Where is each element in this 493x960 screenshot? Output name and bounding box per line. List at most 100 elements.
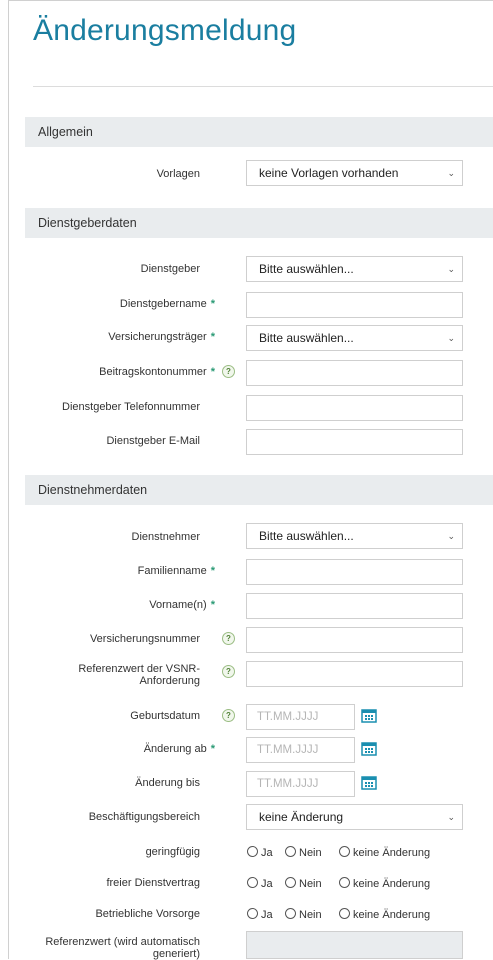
referenzwert-auto-line1: Referenzwert (wird automatisch — [45, 936, 200, 948]
radio-nein-label: Nein — [299, 909, 322, 921]
referenzwert-vsnr-line2: Anforderung — [139, 675, 200, 687]
aenderung-ab-input[interactable]: TT.MM.JJJJ — [246, 737, 355, 763]
dienstgeber-value: Bitte auswählen... — [259, 262, 354, 276]
help-icon[interactable]: ? — [222, 709, 235, 722]
radio-ja-label: Ja — [261, 878, 273, 890]
vorlagen-label: Vorlagen — [156, 168, 200, 180]
section-dienstgeberdaten: Dienstgeberdaten — [25, 208, 493, 238]
radio-nein[interactable]: Nein — [285, 877, 322, 890]
radio-keine-label: keine Änderung — [353, 878, 431, 890]
dienstgeber-telefon-input[interactable] — [246, 395, 463, 421]
required-marker: * — [210, 565, 215, 577]
title-divider — [33, 86, 493, 87]
radio-nein[interactable]: Nein — [285, 908, 322, 921]
required-marker: * — [210, 366, 215, 378]
radio-circle[interactable] — [339, 908, 350, 919]
familienname-text: Familienname — [137, 565, 207, 577]
vorname-input[interactable] — [246, 593, 463, 619]
referenzwert-auto-label: Referenzwert (wird automatisch generiert… — [30, 936, 200, 960]
radio-keine-label: keine Änderung — [353, 909, 431, 921]
vorname-text: Vorname(n) — [149, 599, 207, 611]
freier-dienstvertrag-label: freier Dienstvertrag — [106, 877, 200, 889]
radio-circle[interactable] — [247, 877, 258, 888]
beitragskontonummer-input[interactable] — [246, 360, 463, 386]
required-marker: * — [210, 743, 215, 755]
chevron-down-icon: ⌄ — [447, 333, 455, 343]
chevron-down-icon: ⌄ — [447, 168, 455, 178]
referenzwert-vsnr-line1: Referenzwert der VSNR- — [78, 663, 200, 675]
calendar-icon[interactable] — [361, 741, 377, 756]
calendar-icon[interactable] — [361, 775, 377, 790]
versicherungstraeger-label: Versicherungsträger * — [70, 331, 215, 343]
beschaeftigungsbereich-value: keine Änderung — [259, 810, 344, 824]
chevron-down-icon: ⌄ — [447, 264, 455, 274]
beschaeftigungsbereich-select[interactable]: keine Änderung ⌄ — [246, 804, 463, 830]
help-icon[interactable]: ? — [222, 632, 235, 645]
radio-circle[interactable] — [247, 908, 258, 919]
calendar-icon[interactable] — [361, 708, 377, 723]
beschaeftigungsbereich-label: Beschäftigungsbereich — [88, 811, 200, 823]
versicherungstraeger-select[interactable]: Bitte auswählen... ⌄ — [246, 325, 463, 351]
radio-ja[interactable]: Ja — [247, 908, 273, 921]
aenderung-bis-label: Änderung bis — [135, 777, 200, 789]
dienstgeber-telefon-label: Dienstgeber Telefonnummer — [62, 401, 200, 413]
beitragskontonummer-label: Beitragskontonummer * — [60, 366, 215, 378]
radio-keine-aenderung[interactable]: keine Änderung — [339, 846, 430, 859]
chevron-down-icon: ⌄ — [447, 812, 455, 822]
referenzwert-auto-input — [246, 931, 463, 959]
radio-nein-label: Nein — [299, 878, 322, 890]
window-left-border — [8, 0, 9, 959]
window-top-border — [8, 0, 493, 1]
dienstgebername-input[interactable] — [246, 292, 463, 318]
radio-keine-label: keine Änderung — [353, 847, 431, 859]
versicherungstraeger-text: Versicherungsträger — [108, 331, 207, 343]
aenderung-ab-text: Änderung ab — [143, 743, 207, 755]
vorlagen-value: keine Vorlagen vorhanden — [259, 166, 399, 180]
betriebliche-vorsorge-label: Betriebliche Vorsorge — [95, 908, 200, 920]
versicherungstraeger-value: Bitte auswählen... — [259, 331, 354, 345]
radio-ja-label: Ja — [261, 847, 273, 859]
section-allgemein: Allgemein — [25, 117, 493, 147]
radio-circle[interactable] — [247, 846, 258, 857]
radio-ja[interactable]: Ja — [247, 877, 273, 890]
referenzwert-vsnr-input[interactable] — [246, 661, 463, 687]
dienstnehmer-label: Dienstnehmer — [131, 531, 200, 543]
vorname-label: Vorname(n) * — [100, 599, 215, 611]
aenderung-bis-input[interactable]: TT.MM.JJJJ — [246, 771, 355, 797]
dienstgeber-email-label: Dienstgeber E-Mail — [106, 435, 200, 447]
radio-keine-aenderung[interactable]: keine Änderung — [339, 908, 430, 921]
geringfuegig-label: geringfügig — [145, 846, 200, 858]
familienname-input[interactable] — [246, 559, 463, 585]
required-marker: * — [210, 298, 215, 310]
required-marker: * — [210, 599, 215, 611]
radio-keine-aenderung[interactable]: keine Änderung — [339, 877, 430, 890]
dienstgebername-label: Dienstgebername * — [90, 298, 215, 310]
dienstgeber-label: Dienstgeber — [140, 263, 200, 275]
help-icon[interactable]: ? — [222, 365, 235, 378]
radio-circle[interactable] — [285, 877, 296, 888]
aenderung-ab-label: Änderung ab * — [100, 743, 215, 755]
radio-nein-label: Nein — [299, 847, 322, 859]
dienstgeber-email-input[interactable] — [246, 429, 463, 455]
required-marker: * — [210, 331, 215, 343]
radio-circle[interactable] — [285, 908, 296, 919]
geburtsdatum-label: Geburtsdatum — [130, 710, 200, 722]
familienname-label: Familienname * — [100, 565, 215, 577]
geburtsdatum-input[interactable]: TT.MM.JJJJ — [246, 704, 355, 730]
chevron-down-icon: ⌄ — [447, 531, 455, 541]
page-title: Änderungsmeldung — [33, 14, 297, 47]
radio-nein[interactable]: Nein — [285, 846, 322, 859]
radio-ja-label: Ja — [261, 909, 273, 921]
section-dienstnehmerdaten: Dienstnehmerdaten — [25, 475, 493, 505]
referenzwert-auto-line2: generiert) — [152, 948, 200, 960]
beitragskontonummer-text: Beitragskontonummer — [99, 366, 207, 378]
radio-circle[interactable] — [339, 846, 350, 857]
dienstgeber-select[interactable]: Bitte auswählen... ⌄ — [246, 256, 463, 282]
vorlagen-select[interactable]: keine Vorlagen vorhanden ⌄ — [246, 160, 463, 186]
radio-ja[interactable]: Ja — [247, 846, 273, 859]
radio-circle[interactable] — [339, 877, 350, 888]
help-icon[interactable]: ? — [222, 665, 235, 678]
versicherungsnummer-input[interactable] — [246, 627, 463, 653]
dienstnehmer-select[interactable]: Bitte auswählen... ⌄ — [246, 523, 463, 549]
radio-circle[interactable] — [285, 846, 296, 857]
